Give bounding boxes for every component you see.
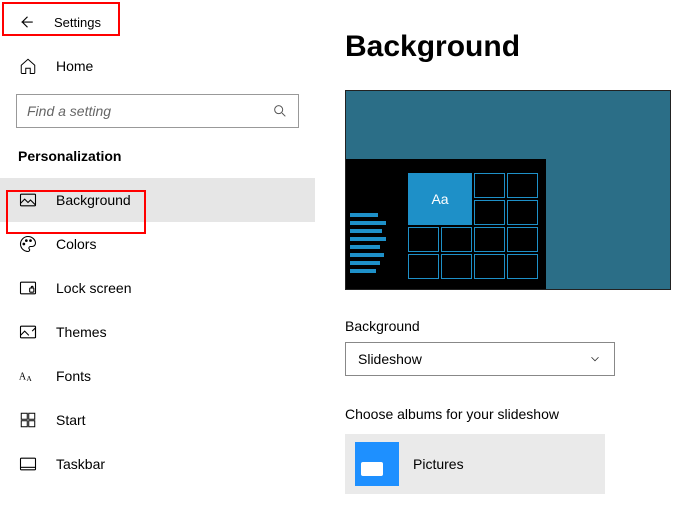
- dropdown-value: Slideshow: [358, 351, 422, 367]
- sidebar-item-start[interactable]: Start: [0, 398, 315, 442]
- sidebar-item-label: Fonts: [56, 368, 91, 384]
- background-preview: Aa: [345, 90, 671, 290]
- search-icon: [272, 103, 288, 119]
- palette-icon: [18, 234, 38, 254]
- sidebar-item-lockscreen[interactable]: Lock screen: [0, 266, 315, 310]
- sidebar-item-label: Themes: [56, 324, 107, 340]
- sidebar-item-home[interactable]: Home: [0, 44, 315, 88]
- fonts-icon: AA: [18, 366, 38, 386]
- search-box[interactable]: [16, 94, 299, 128]
- svg-text:A: A: [26, 374, 32, 383]
- taskbar-icon: [18, 454, 38, 474]
- start-icon: [18, 410, 38, 430]
- preview-sample-text: Aa: [408, 173, 472, 225]
- sidebar-item-background[interactable]: Background: [0, 178, 315, 222]
- sidebar-item-label: Background: [56, 192, 131, 208]
- chevron-down-icon: [588, 352, 602, 366]
- window-title: Settings: [44, 15, 101, 30]
- page-title: Background: [345, 30, 671, 64]
- search-input[interactable]: [27, 103, 272, 119]
- home-icon: [18, 56, 38, 76]
- back-button[interactable]: [8, 4, 44, 40]
- sidebar-item-colors[interactable]: Colors: [0, 222, 315, 266]
- sidebar-item-taskbar[interactable]: Taskbar: [0, 442, 315, 486]
- section-title: Personalization: [0, 138, 315, 178]
- back-arrow-icon: [17, 13, 35, 31]
- lockscreen-icon: [18, 278, 38, 298]
- background-label: Background: [345, 318, 671, 334]
- themes-icon: [18, 322, 38, 342]
- picture-icon: [18, 190, 38, 210]
- sidebar-item-fonts[interactable]: AA Fonts: [0, 354, 315, 398]
- sidebar-item-label: Taskbar: [56, 456, 105, 472]
- folder-thumbnail-icon: [355, 442, 399, 486]
- sidebar-item-themes[interactable]: Themes: [0, 310, 315, 354]
- album-item[interactable]: Pictures: [345, 434, 605, 494]
- album-name: Pictures: [413, 456, 464, 472]
- sidebar-item-label: Home: [56, 58, 93, 74]
- album-section-label: Choose albums for your slideshow: [345, 406, 671, 422]
- sidebar-item-label: Start: [56, 412, 86, 428]
- sidebar-item-label: Colors: [56, 236, 96, 252]
- background-dropdown[interactable]: Slideshow: [345, 342, 615, 376]
- sidebar-item-label: Lock screen: [56, 280, 131, 296]
